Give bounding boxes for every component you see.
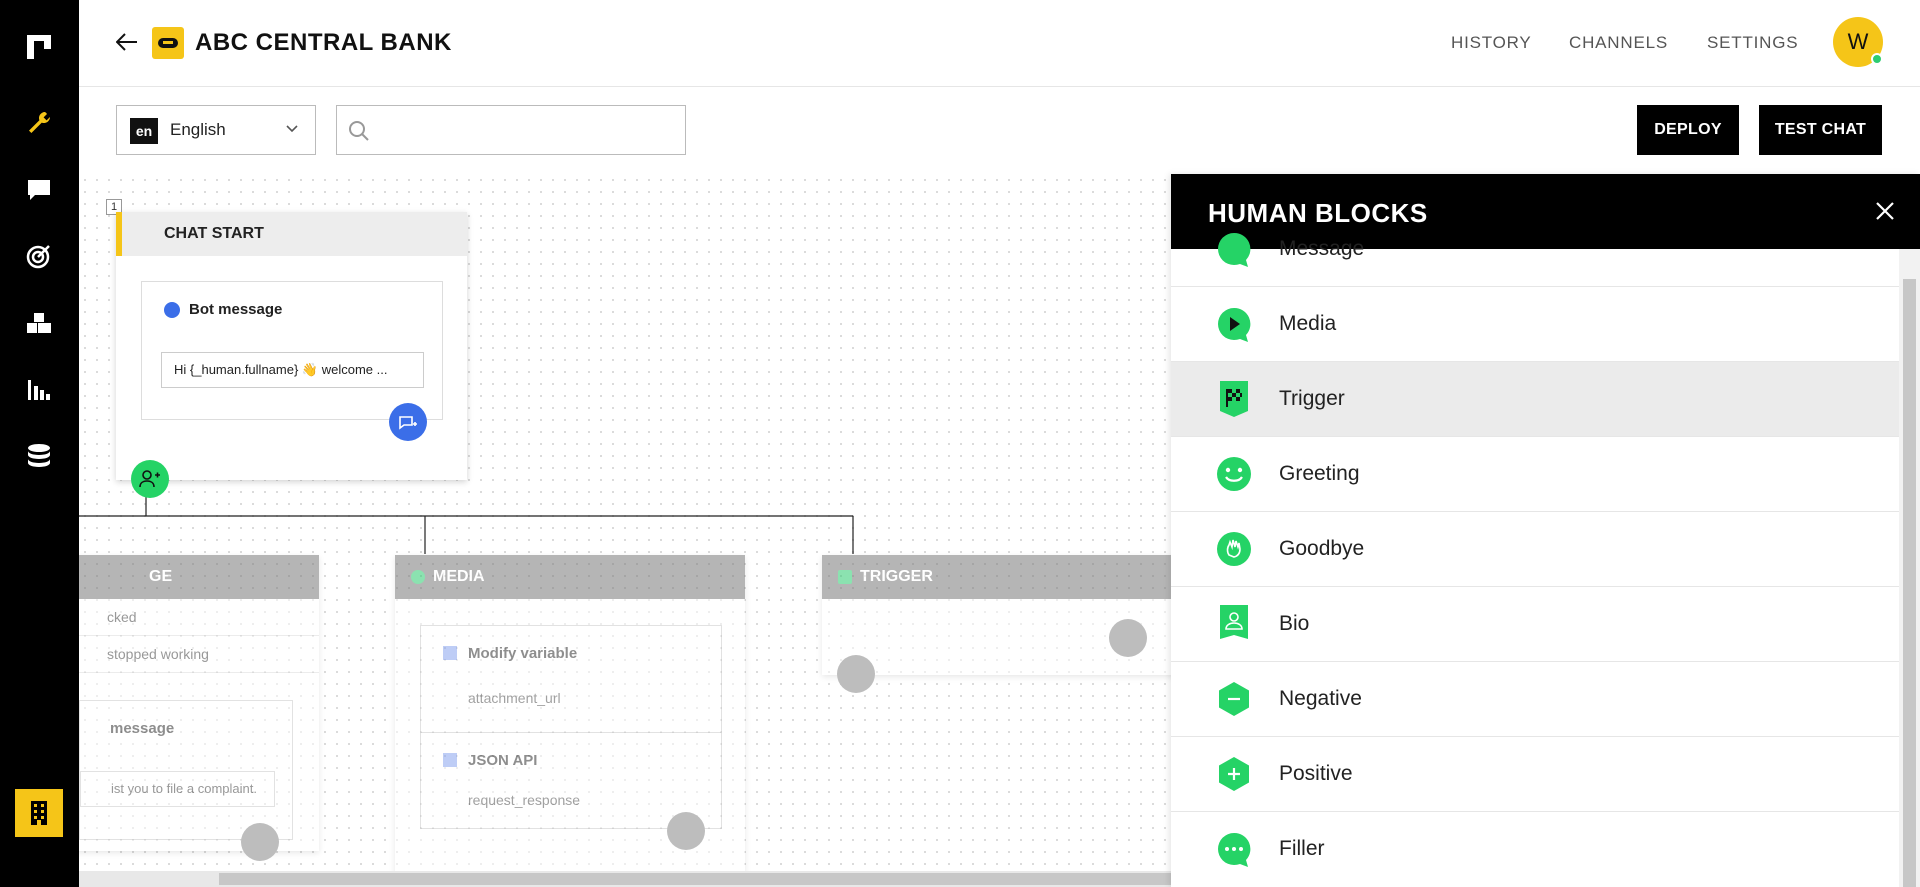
human-blocks-panel: HUMAN BLOCKS Message Media Trigger Greet… xyxy=(1171,174,1920,887)
smile-icon xyxy=(1216,456,1252,492)
block-item-label: Media xyxy=(1279,312,1337,335)
add-bot-reply-icon[interactable] xyxy=(667,812,705,850)
chat-icon[interactable] xyxy=(22,173,56,207)
modify-variable-item[interactable]: Modify variable attachment_url xyxy=(421,626,721,733)
bot-bubble-icon xyxy=(164,302,180,318)
search-input[interactable] xyxy=(381,112,676,148)
trigger-node-title: TRIGGER xyxy=(860,568,933,585)
app-logo-icon[interactable] xyxy=(22,30,56,64)
add-bot-reply-icon[interactable] xyxy=(241,823,279,861)
ellipsis-bubble-icon xyxy=(1216,831,1252,867)
database-icon[interactable] xyxy=(22,439,56,473)
api-icon xyxy=(443,753,457,767)
back-arrow-icon[interactable] xyxy=(113,28,141,56)
checkered-flag-icon xyxy=(1216,381,1252,417)
bot-message-card[interactable]: Bot message Hi {_human.fullname} 👋 welco… xyxy=(141,281,443,441)
add-bot-reply-icon[interactable] xyxy=(1109,619,1147,657)
modify-variable-title: Modify variable xyxy=(468,645,578,662)
scrollbar-thumb[interactable] xyxy=(1903,279,1916,887)
scrollbar-thumb[interactable] xyxy=(219,873,1171,885)
trigger-node-header: TRIGGER xyxy=(822,555,1171,599)
message-card[interactable]: message ist you to file a complaint. xyxy=(79,700,293,840)
target-icon[interactable] xyxy=(22,239,56,273)
bot-message-title: Bot message xyxy=(189,301,283,318)
language-label: English xyxy=(170,120,226,139)
block-item-goodbye[interactable]: Goodbye xyxy=(1171,512,1899,587)
block-item-media[interactable]: Media xyxy=(1171,287,1899,362)
language-code-badge: en xyxy=(130,118,158,144)
block-item-label: Goodbye xyxy=(1279,537,1365,560)
language-select[interactable]: en English xyxy=(116,105,316,155)
trigger-node-icon xyxy=(838,570,852,584)
block-item-label: Message xyxy=(1279,237,1365,260)
message-node-row: cked xyxy=(79,599,319,636)
chat-start-title: CHAT START xyxy=(116,212,467,256)
message-card-title: message xyxy=(110,720,175,737)
add-bot-reply-icon[interactable] xyxy=(389,403,427,441)
top-header: ABC CENTRAL BANK HISTORY CHANNELS SETTIN… xyxy=(79,0,1920,87)
block-item-trigger[interactable]: Trigger xyxy=(1171,362,1899,437)
block-item-positive[interactable]: Positive xyxy=(1171,737,1899,812)
avatar-initial: W xyxy=(1847,29,1869,54)
minus-hexagon-icon xyxy=(1216,681,1252,717)
avatar[interactable]: W xyxy=(1833,17,1883,67)
test-chat-button[interactable]: TEST CHAT xyxy=(1759,105,1882,155)
json-api-title: JSON API xyxy=(468,752,538,769)
message-node[interactable]: GE cked stopped working message ist you … xyxy=(79,555,319,851)
block-item-bio[interactable]: Bio xyxy=(1171,587,1899,662)
nav-history[interactable]: HISTORY xyxy=(1451,33,1532,53)
nav-settings[interactable]: SETTINGS xyxy=(1707,33,1798,53)
block-item-label: Trigger xyxy=(1279,387,1345,410)
block-item-label: Negative xyxy=(1279,687,1362,710)
online-status-dot xyxy=(1871,53,1883,65)
person-badge-icon xyxy=(1216,605,1252,642)
json-api-value: request_response xyxy=(468,792,581,808)
blocks-icon[interactable] xyxy=(22,306,56,340)
left-rail xyxy=(0,0,79,887)
block-item-label: Greeting xyxy=(1279,462,1360,485)
block-item-message[interactable]: Message xyxy=(1171,212,1899,287)
page-title: ABC CENTRAL BANK xyxy=(195,29,452,56)
analytics-icon[interactable] xyxy=(22,373,56,407)
chevron-down-icon xyxy=(286,125,298,133)
media-node-icon xyxy=(411,570,425,584)
media-action-list: Modify variable attachment_url JSON API … xyxy=(420,625,722,829)
deploy-button[interactable]: DEPLOY xyxy=(1637,105,1739,155)
search-icon xyxy=(349,121,369,141)
canvas-horizontal-scrollbar[interactable] xyxy=(79,871,1171,887)
organization-button[interactable] xyxy=(15,789,63,837)
chat-start-node[interactable]: CHAT START Bot message Hi {_human.fullna… xyxy=(116,212,467,480)
bank-logo-icon xyxy=(152,27,184,59)
trigger-node[interactable]: TRIGGER xyxy=(822,555,1171,675)
block-item-filler[interactable]: Filler xyxy=(1171,812,1899,887)
block-item-label: Filler xyxy=(1279,837,1325,860)
block-item-label: Positive xyxy=(1279,762,1353,785)
wrench-icon[interactable] xyxy=(22,106,56,140)
play-icon xyxy=(1216,306,1252,342)
building-icon xyxy=(31,801,47,825)
plus-hexagon-icon xyxy=(1216,756,1252,792)
panel-vertical-scrollbar[interactable] xyxy=(1899,249,1920,887)
wave-hand-icon xyxy=(1216,531,1252,567)
block-item-negative[interactable]: Negative xyxy=(1171,662,1899,737)
add-human-reply-icon[interactable] xyxy=(131,460,169,498)
bot-message-text[interactable]: Hi {_human.fullname} 👋 welcome ... xyxy=(161,352,424,388)
add-human-reply-icon[interactable] xyxy=(837,655,875,693)
modify-variable-value: attachment_url xyxy=(468,690,561,706)
variable-icon xyxy=(443,646,457,660)
block-item-greeting[interactable]: Greeting xyxy=(1171,437,1899,512)
message-card-text[interactable]: ist you to file a complaint. xyxy=(80,771,275,807)
block-item-label: Bio xyxy=(1279,612,1310,635)
message-bubble-icon xyxy=(1216,231,1252,267)
flow-canvas[interactable]: 1 CHAT START Bot message Hi {_human.full… xyxy=(79,174,1171,887)
search-box[interactable] xyxy=(336,105,686,155)
nav-channels[interactable]: CHANNELS xyxy=(1569,33,1668,53)
message-node-title: GE xyxy=(79,555,319,599)
message-node-row: stopped working xyxy=(79,636,319,673)
media-node-title: MEDIA xyxy=(433,568,485,585)
media-node-header: MEDIA xyxy=(395,555,745,599)
